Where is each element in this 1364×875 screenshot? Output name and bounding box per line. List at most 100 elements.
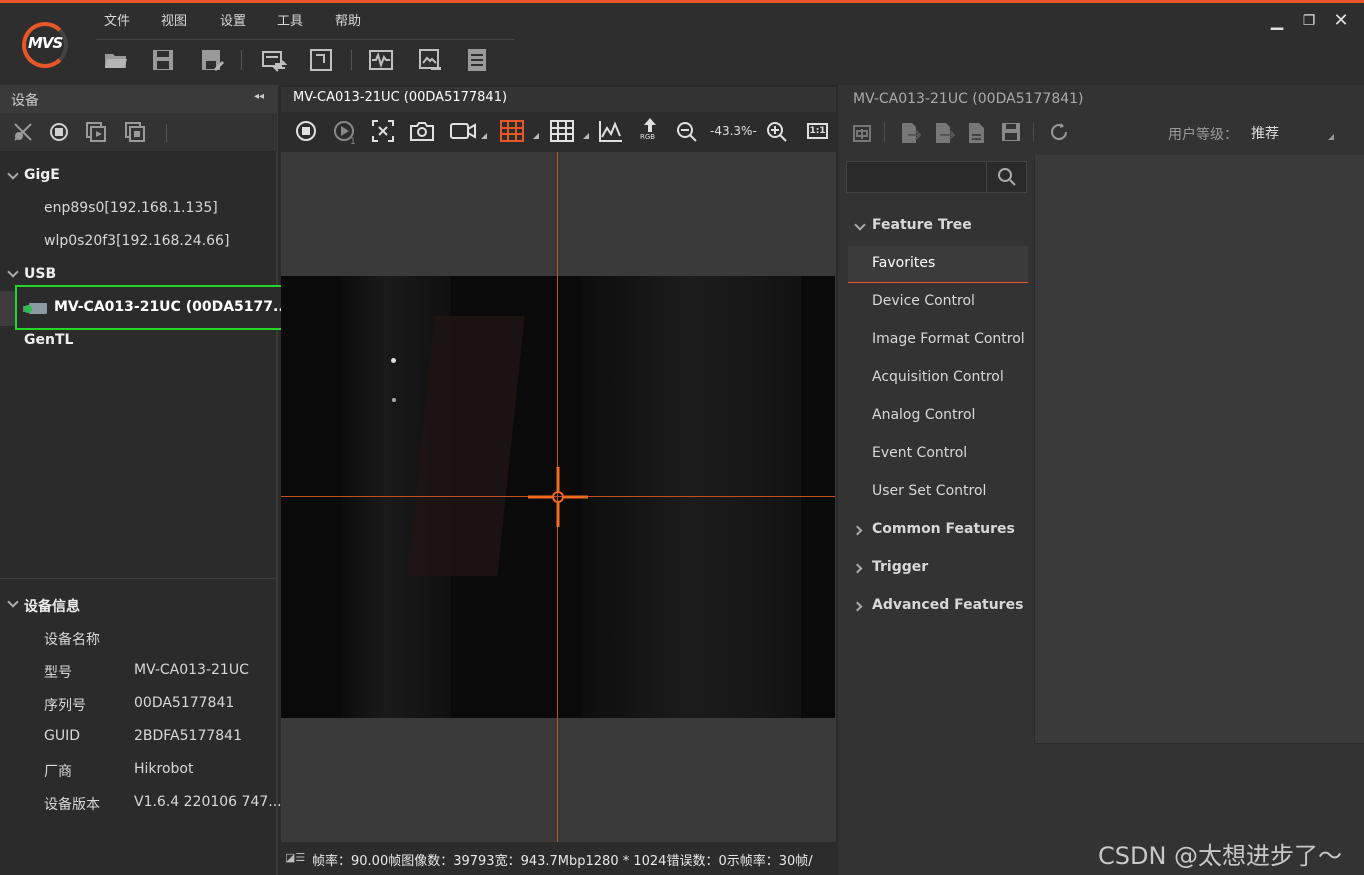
toolbar-separator [351, 50, 352, 70]
image-edit-icon[interactable] [417, 47, 443, 73]
stop-icon[interactable] [48, 121, 70, 143]
dropdown-caret-icon[interactable] [1328, 134, 1334, 140]
histogram-icon[interactable] [598, 119, 624, 143]
feature-user-set-control[interactable]: User Set Control [872, 483, 986, 499]
user-level-select[interactable]: 推荐 [1251, 123, 1279, 143]
device-panel-title: 设备 [11, 93, 39, 109]
start-all-icon[interactable] [85, 121, 109, 145]
watermark: CSDN @太想进步了～ [1098, 842, 1343, 870]
tree-item-wlp0s20f3[interactable]: wlp0s20f3[192.168.24.66] [44, 233, 229, 249]
info-divider [0, 578, 277, 579]
rgb-label[interactable]: RGB [640, 133, 655, 141]
dropdown-caret-icon[interactable] [583, 133, 589, 139]
document-icon[interactable] [966, 121, 988, 145]
close-button[interactable]: ✕ [1330, 10, 1352, 32]
feature-analog-control[interactable]: Analog Control [872, 407, 975, 423]
trigger-play-icon[interactable]: 1 [333, 119, 359, 145]
window-icon[interactable] [308, 47, 334, 73]
search-icon[interactable] [997, 167, 1017, 187]
menu-help[interactable]: 帮助 [335, 10, 361, 29]
image-region [581, 276, 801, 718]
toolbar-separator [884, 122, 885, 142]
feature-event-control[interactable]: Event Control [872, 445, 967, 461]
dropdown-caret-icon[interactable] [481, 133, 487, 139]
snapshot-camera-icon[interactable] [409, 119, 435, 143]
image-highlight [392, 398, 396, 402]
svg-text:1: 1 [350, 137, 356, 145]
dropdown-caret-icon[interactable] [533, 133, 539, 139]
feature-trigger[interactable]: Trigger [872, 559, 928, 575]
save-params-icon[interactable] [1000, 121, 1022, 143]
save-icon[interactable] [150, 47, 176, 73]
tree-group-gentl[interactable]: GenTL [24, 332, 73, 348]
stop-all-icon[interactable] [124, 121, 148, 145]
camera-name[interactable]: MV-CA013-21UC (00DA5177... [54, 299, 289, 315]
feature-panel-title: MV-CA013-21UC (00DA5177841) [853, 91, 1084, 107]
tree-item-enp89s0[interactable]: enp89s0[192.168.1.135] [44, 200, 218, 216]
info-val-model: MV-CA013-21UC [134, 662, 249, 678]
list-document-icon[interactable] [464, 47, 490, 73]
menu-tools[interactable]: 工具 [277, 10, 303, 29]
fit-screen-icon[interactable] [371, 119, 395, 143]
preview-title[interactable]: MV-CA013-21UC (00DA5177841) [293, 90, 507, 105]
menu-file[interactable]: 文件 [104, 10, 130, 29]
feature-device-control[interactable]: Device Control [872, 293, 975, 309]
disconnect-icon[interactable] [12, 121, 34, 143]
feature-common-features[interactable]: Common Features [872, 521, 1015, 537]
chinese-language-icon[interactable] [852, 123, 872, 143]
zoom-in-icon[interactable] [766, 121, 788, 143]
toolbar-separator [166, 124, 167, 142]
image-highlight [391, 358, 396, 363]
usb-camera-icon [23, 303, 47, 314]
minimize-button[interactable]: ▁ [1266, 10, 1288, 32]
info-key-vendor: 厂商 [44, 764, 72, 780]
menu-settings[interactable]: 设置 [220, 10, 246, 29]
info-val-serial: 00DA5177841 [134, 695, 235, 711]
feature-tree-section[interactable]: Feature Tree [872, 217, 972, 233]
import-icon[interactable] [898, 121, 922, 145]
device-list-icon[interactable] [261, 47, 287, 73]
status-menu-icon[interactable]: ◪☰ [285, 851, 305, 864]
info-key-guid: GUID [44, 728, 81, 744]
mvs-logo: MVS [22, 22, 68, 68]
device-info-title[interactable]: 设备信息 [24, 596, 80, 616]
status-bar: ◪☰ 帧率：90.00帧图像数：39793宽：943.7Mbp1280 * 10… [281, 843, 836, 875]
info-key-serial: 序列号 [44, 698, 86, 714]
restore-button[interactable]: ❐ [1298, 10, 1320, 32]
feature-image-format-control[interactable]: Image Format Control [872, 331, 1025, 347]
menu-divider [96, 39, 514, 40]
info-val-vendor: Hikrobot [134, 761, 194, 777]
status-text: 帧率：90.00帧图像数：39793宽：943.7Mbp1280 * 1024错… [312, 854, 813, 869]
save-as-icon[interactable] [199, 47, 225, 73]
feature-favorites[interactable]: Favorites [872, 255, 935, 271]
crosshair-grid-icon[interactable] [499, 119, 525, 143]
tree-group-gige[interactable]: GigE [24, 167, 60, 183]
refresh-icon[interactable] [1048, 121, 1070, 143]
zoom-out-icon[interactable] [676, 121, 698, 143]
info-val-guid: 2BDFA5177841 [134, 728, 242, 744]
stop-grab-icon[interactable] [294, 119, 318, 143]
tree-group-usb[interactable]: USB [24, 266, 56, 282]
feature-acquisition-control[interactable]: Acquisition Control [872, 369, 1004, 385]
record-video-icon[interactable] [449, 119, 477, 143]
selection-marker [0, 291, 15, 326]
info-val-version: V1.6.4 220106 747... [134, 794, 282, 810]
info-key-name: 设备名称 [44, 632, 100, 648]
feature-properties-area [1034, 155, 1364, 743]
feature-advanced-features[interactable]: Advanced Features [872, 597, 1023, 613]
search-divider [986, 161, 987, 193]
menu-view[interactable]: 视图 [161, 10, 187, 29]
waveform-icon[interactable] [368, 47, 394, 73]
open-folder-icon[interactable] [103, 47, 129, 73]
user-level-label: 用户等级： [1168, 127, 1238, 143]
toolbar-separator [241, 50, 242, 70]
grid-icon[interactable] [549, 119, 575, 143]
info-key-model: 型号 [44, 665, 72, 681]
toolbar-separator [1033, 122, 1034, 142]
export-icon[interactable] [932, 121, 956, 145]
actual-size-button[interactable]: 1:1 [807, 123, 828, 139]
crosshair-center-icon [528, 467, 588, 527]
collapse-panel-icon[interactable]: ◂◂ [254, 91, 264, 102]
upload-arrow-icon[interactable] [642, 117, 658, 133]
device-panel-header [0, 85, 277, 113]
